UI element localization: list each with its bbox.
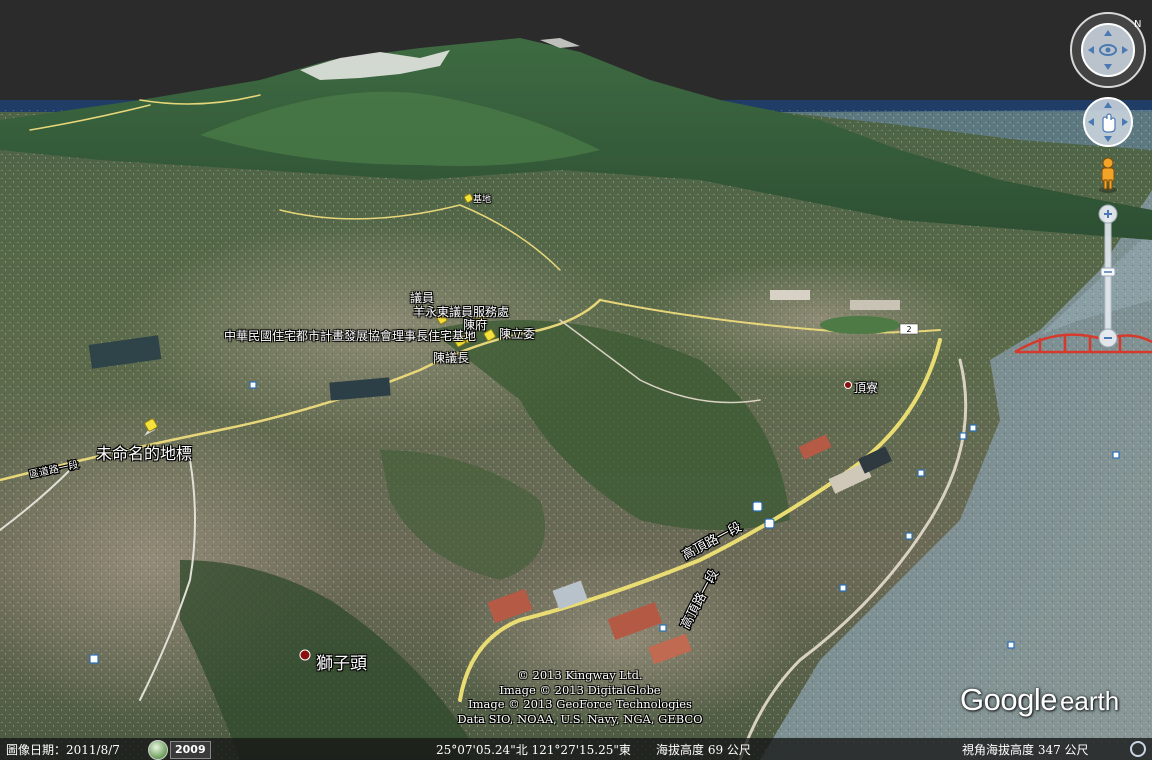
terrain-3d-view[interactable]: 2 高頂路一段 高頂路一段 區道路一段 — [0, 0, 1152, 760]
street-view-pegman[interactable] — [1096, 156, 1120, 194]
cursor-coordinates: 25°07'05.24"北 121°27'15.25"東 — [436, 743, 631, 757]
placemark-label-councilor-office[interactable]: 羊永東議員服務處 — [413, 303, 509, 320]
placemark-label-peak[interactable]: 基地 — [473, 192, 491, 205]
credit-line: Data SIO, NOAA, U.S. Navy, NGA, GEBCO — [457, 711, 703, 726]
placemark-label-chen-lizeng[interactable]: 陳立委 — [499, 325, 535, 342]
eye-altitude: 視角海拔高度 347 公尺 — [962, 743, 1089, 757]
placemark-dot[interactable] — [844, 381, 852, 389]
placemark-label-dingliao[interactable]: 頂寮 — [854, 379, 878, 396]
placemark-label-association[interactable]: 中華民國住宅都市計畫發展協會理事長住宅基地 — [224, 327, 476, 344]
look-around-control[interactable]: N — [1068, 10, 1148, 90]
placemark-label-chen-residence[interactable]: 陳府 — [463, 316, 487, 333]
north-indicator: N — [1134, 19, 1141, 30]
highway-badge: 2 — [899, 323, 919, 335]
move-control[interactable] — [1082, 96, 1134, 148]
imagery-date: 圖像日期：2011/8/7 — [6, 743, 120, 757]
placemark-dot[interactable] — [299, 649, 311, 661]
historical-imagery-clock-icon[interactable] — [148, 740, 168, 760]
earth-viewport[interactable]: 2 高頂路一段 高頂路一段 區道路一段 未命名的地標 獅子頭 頂寮 陳議長 陳立… — [0, 0, 1152, 760]
streaming-status-icon — [1130, 741, 1146, 757]
placemark-label-unnamed[interactable]: 未命名的地標 — [96, 440, 192, 464]
imagery-credits: © 2013 Kingway Ltd. Image © 2013 Digital… — [420, 668, 740, 726]
logo-earth: earth — [1059, 686, 1120, 716]
credit-line: Image © 2013 DigitalGlobe — [499, 682, 661, 697]
google-earth-logo: Google earth — [960, 682, 1119, 718]
terrain-elevation: 海拔高度 69 公尺 — [656, 743, 751, 757]
status-bar: 圖像日期：2011/8/7 2009 25°07'05.24"北 121°27'… — [0, 738, 1152, 760]
credit-line: © 2013 Kingway Ltd. — [517, 668, 643, 682]
svg-text:2: 2 — [906, 325, 911, 334]
credit-line: Image © 2013 GeoForce Technologies — [468, 697, 692, 711]
logo-google: Google — [960, 682, 1057, 717]
placemark-label-shizitou[interactable]: 獅子頭 — [316, 649, 367, 674]
zoom-slider[interactable] — [1096, 202, 1120, 350]
imagery-year[interactable]: 2009 — [170, 741, 211, 759]
placemark-label-chen-councilor[interactable]: 陳議長 — [433, 349, 469, 366]
